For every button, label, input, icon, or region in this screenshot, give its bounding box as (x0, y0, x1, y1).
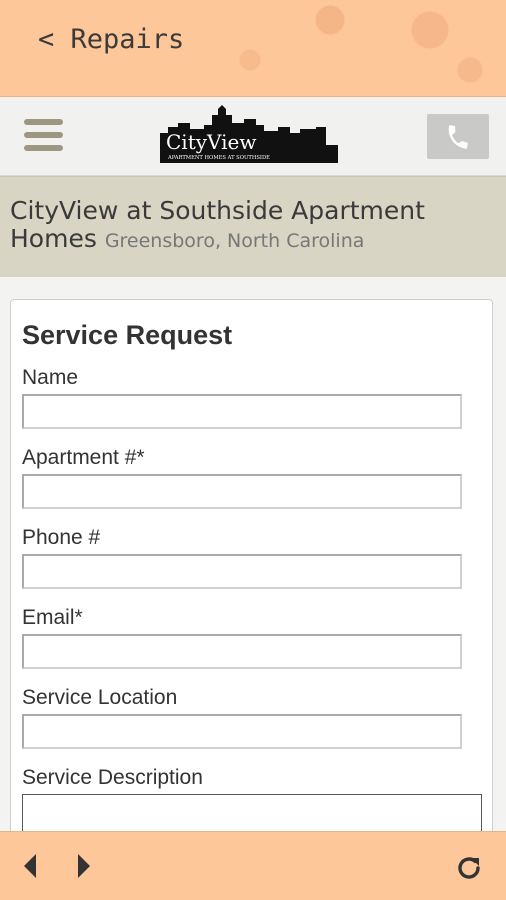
svg-text:CityView: CityView (166, 130, 256, 154)
property-header: CityView at Southside Apartment Homes Gr… (0, 176, 506, 277)
triangle-left-icon[interactable] (18, 852, 42, 880)
top-bar: < Repairs (0, 0, 506, 97)
email-label: Email* (22, 606, 83, 629)
service-description-label: Service Description (22, 766, 203, 789)
service-request-form: Service Request Name Apartment #* Phone … (10, 299, 493, 860)
cityview-logo[interactable]: CityView APARTMENT HOMES AT SOUTHSIDE (160, 105, 338, 163)
apartment-label: Apartment #* (22, 446, 145, 469)
email-input[interactable] (22, 634, 462, 669)
apartment-input[interactable] (22, 474, 462, 509)
property-location: Greensboro, North Carolina (104, 230, 365, 252)
call-button[interactable] (427, 114, 489, 159)
phone-icon (448, 124, 468, 149)
back-to-repairs-link[interactable]: < Repairs (38, 24, 184, 55)
nav-bar: CityView APARTMENT HOMES AT SOUTHSIDE (0, 97, 506, 176)
hamburger-menu-icon[interactable] (24, 119, 63, 151)
phone-input[interactable] (22, 554, 462, 589)
service-location-input[interactable] (22, 714, 462, 749)
service-location-label: Service Location (22, 686, 178, 709)
svg-text:APARTMENT HOMES AT SOUTHSIDE: APARTMENT HOMES AT SOUTHSIDE (167, 155, 270, 161)
property-title: CityView at Southside Apartment Homes Gr… (10, 197, 490, 255)
triangle-right-icon[interactable] (72, 852, 96, 880)
name-label: Name (22, 366, 79, 389)
name-input[interactable] (22, 394, 462, 429)
bottom-toolbar (0, 831, 506, 900)
refresh-icon[interactable] (453, 852, 485, 884)
phone-label: Phone # (22, 526, 101, 549)
form-title: Service Request (22, 320, 233, 350)
